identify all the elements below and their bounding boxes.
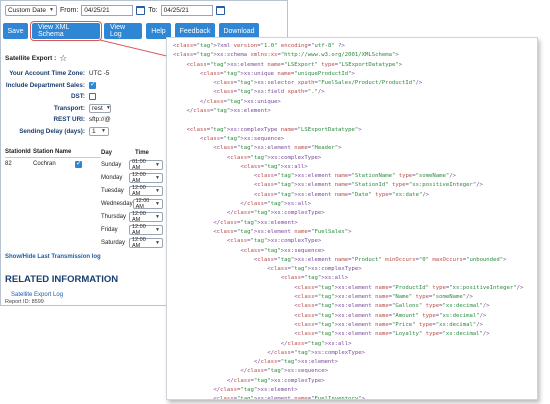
delay-select[interactable]: 1 ▼ (89, 126, 109, 136)
column-header: Time (135, 149, 149, 156)
transport-label: Transport: (53, 104, 85, 112)
timezone-value: UTC -5 (89, 70, 110, 78)
date-filter-row: Custom Date ▼ From: 04/25/21 To: 04/25/2… (5, 4, 225, 16)
chevron-down-icon: ▼ (155, 187, 160, 194)
time-value: 12:00 AM (132, 210, 146, 223)
column-header: Station Name (33, 149, 72, 155)
from-label: From: (60, 6, 79, 14)
section-title-text: Satellite Export : (5, 55, 57, 62)
time-value: 12:00 AM (132, 184, 146, 197)
chevron-down-icon: ▼ (155, 239, 160, 246)
from-date-value: 04/25/21 (84, 6, 110, 14)
day-label: Friday (101, 226, 118, 233)
list-item: Sunday 01:00 AM ▼ (101, 158, 163, 171)
time-value: 12:00 AM (132, 171, 146, 184)
settings-form: Your Account Time Zone: UTC -5 Include D… (1, 68, 151, 137)
date-range-value: Custom Date (8, 6, 46, 14)
delay-label: Sending Delay (days): (19, 127, 85, 135)
time-select[interactable]: 12:00 AM ▼ (129, 223, 163, 236)
day-label: Thursday (101, 213, 127, 220)
transport-value: rest (92, 104, 103, 112)
time-select[interactable]: 12:00 AM ▼ (129, 184, 163, 197)
dept-sales-label: Include Department Sales: (5, 81, 85, 89)
dst-checkbox[interactable] (89, 93, 96, 101)
station-id: 82 (5, 161, 12, 167)
to-date-field[interactable]: 04/25/21 (160, 4, 213, 16)
save-button[interactable]: Save (3, 23, 28, 39)
view-log-button[interactable]: View Log (104, 23, 142, 39)
transport-select[interactable]: rest ▼ (89, 103, 111, 113)
column-header: StationId (5, 149, 31, 155)
satellite-export-log-link[interactable]: Satellite Export Log (11, 292, 63, 298)
time-select[interactable]: 01:00 AM ▼ (129, 158, 163, 171)
time-select[interactable]: 12:00 AM ▼ (129, 236, 163, 249)
calendar-icon[interactable] (136, 5, 146, 15)
chevron-down-icon: ▼ (155, 200, 160, 207)
rest-uri-label: REST URI: (53, 116, 86, 124)
chevron-down-icon: ▼ (155, 226, 160, 233)
dst-label: DST: (71, 93, 85, 101)
list-item: Wednesday 12:00 AM ▼ (101, 197, 163, 210)
day-label: Sunday (101, 161, 122, 168)
xml-schema-viewer[interactable]: <class="tag">?xml version="1.0" encoding… (166, 37, 538, 400)
list-item: Thursday 12:00 AM ▼ (101, 210, 163, 223)
chevron-down-icon: ▼ (155, 174, 160, 181)
chevron-down-icon: ▼ (101, 128, 106, 135)
list-item: Saturday 12:00 AM ▼ (101, 236, 163, 249)
dept-sales-checkbox[interactable] (89, 80, 96, 89)
to-date-value: 04/25/21 (163, 6, 189, 14)
time-value: 12:00 AM (135, 197, 150, 210)
day-label: Monday (101, 174, 123, 181)
related-information-heading: RELATED INFORMATION (5, 274, 119, 285)
show-hide-log-link[interactable]: Show/Hide Last Transmission log (5, 254, 101, 260)
column-header: Day (101, 149, 113, 156)
report-id: Report ID: 8599 (5, 299, 44, 305)
xml-code: <class="tag">?xml version="1.0" encoding… (173, 43, 524, 400)
schedule-table: Day Time Sunday 01:00 AM ▼ Monday 12:00 A… (101, 147, 163, 249)
stations-table: StationId Station Name 82 Cochran (5, 147, 101, 170)
delay-value: 1 (92, 127, 96, 135)
station-name: Cochran (33, 161, 56, 167)
chevron-down-icon: ▼ (105, 105, 111, 112)
timezone-label: Your Account Time Zone: (9, 70, 85, 78)
to-label: To: (148, 6, 158, 14)
day-label: Tuesday (101, 187, 124, 194)
time-select[interactable]: 12:00 AM ▼ (132, 197, 163, 210)
time-value: 12:00 AM (132, 223, 146, 236)
station-checkbox[interactable] (75, 159, 82, 168)
time-select[interactable]: 12:00 AM ▼ (129, 210, 163, 223)
chevron-down-icon: ▼ (49, 7, 54, 13)
section-title: Satellite Export : ☆ (5, 54, 67, 63)
day-label: Wednesday (101, 200, 133, 207)
chevron-down-icon: ▼ (155, 213, 160, 220)
rest-uri-value[interactable]: sftp://@ (89, 116, 111, 123)
calendar-icon[interactable] (215, 5, 225, 15)
table-row: 82 Cochran (5, 158, 101, 170)
list-item: Friday 12:00 AM ▼ (101, 223, 163, 236)
star-icon[interactable]: ☆ (59, 54, 67, 63)
view-xml-schema-button[interactable]: View XML Schema (30, 21, 102, 41)
from-date-field[interactable]: 04/25/21 (81, 4, 134, 16)
time-value: 12:00 AM (132, 236, 146, 249)
chevron-down-icon: ▼ (155, 161, 160, 168)
list-item: Monday 12:00 AM ▼ (101, 171, 163, 184)
list-item: Tuesday 12:00 AM ▼ (101, 184, 163, 197)
time-select[interactable]: 12:00 AM ▼ (129, 171, 163, 184)
time-value: 01:00 AM (132, 158, 146, 171)
date-range-select[interactable]: Custom Date ▼ (5, 4, 57, 16)
day-label: Saturday (101, 239, 126, 246)
